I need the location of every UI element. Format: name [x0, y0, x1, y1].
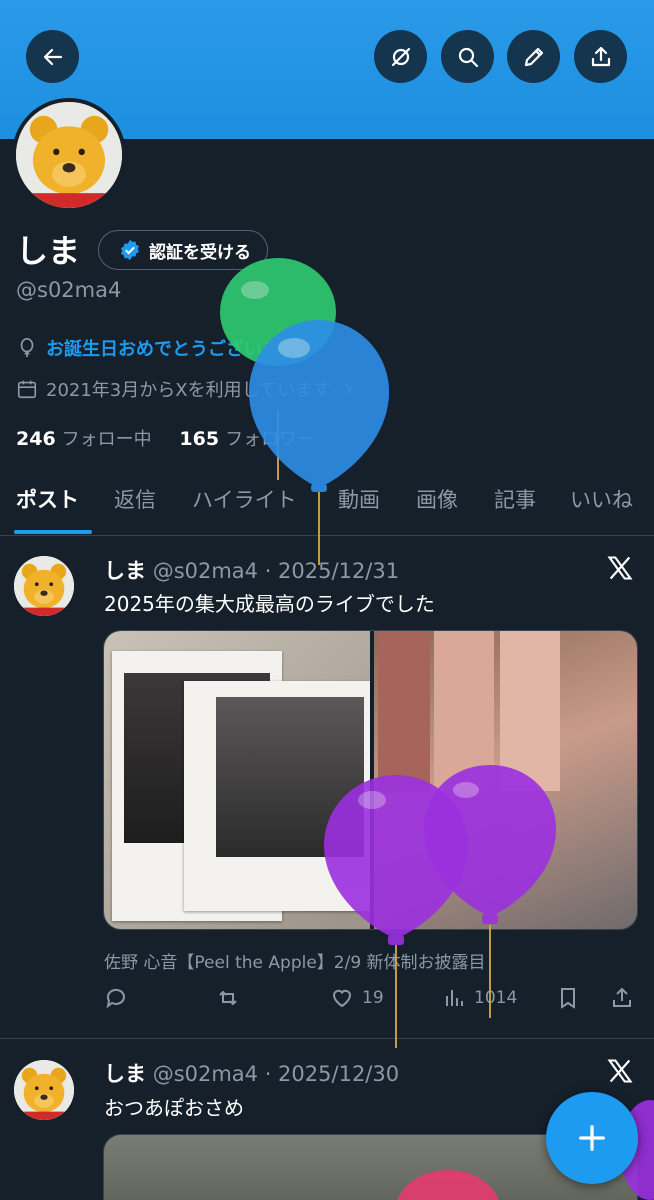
pooh-avatar-image: [14, 1060, 74, 1120]
birthday-text: お誕生日おめでとうございます。: [46, 339, 315, 360]
birthday-row[interactable]: お誕生日おめでとうございます。: [16, 335, 314, 361]
post-text: おつあぽおさめ: [104, 1096, 244, 1120]
following-count: 246: [16, 428, 56, 450]
post-share-button[interactable]: [610, 986, 634, 1010]
edit-pencil-icon: [524, 47, 543, 66]
retweet-button[interactable]: [216, 986, 240, 1010]
polaroid-photo[interactable]: [104, 631, 370, 929]
x-logo-icon[interactable]: [606, 554, 634, 582]
tab-posts[interactable]: ポスト: [16, 484, 79, 514]
heart-icon: [332, 989, 352, 1008]
chevron-right-icon: [345, 383, 353, 395]
calendar-icon: [17, 380, 37, 399]
get-verified-label: 認証を受ける: [149, 242, 251, 263]
post-avatar[interactable]: [14, 1060, 74, 1120]
share-upload-icon: [591, 46, 610, 66]
profile-name: しま: [16, 232, 81, 270]
post-header: しま @s02ma4 · 2025/12/30: [104, 1058, 399, 1088]
post-author-name[interactable]: しま: [104, 1062, 146, 1086]
share-button[interactable]: [574, 30, 627, 83]
like-count: 19: [362, 988, 384, 1008]
joined-text: 2021年3月からXを利用しています: [46, 380, 332, 401]
tab-likes[interactable]: いいね: [570, 484, 633, 514]
post-divider: [0, 1038, 654, 1039]
tab-images[interactable]: 画像: [416, 484, 458, 514]
plus-icon: [579, 1125, 605, 1151]
views-button[interactable]: 1014: [442, 986, 517, 1010]
edit-button[interactable]: [507, 30, 560, 83]
analytics-icon: [446, 990, 463, 1006]
post-handle-date[interactable]: @s02ma4 · 2025/12/30: [153, 1062, 399, 1086]
joined-row[interactable]: 2021年3月からXを利用しています: [16, 376, 357, 402]
get-verified-button[interactable]: 認証を受ける: [98, 230, 268, 270]
search-icon: [458, 47, 478, 67]
follow-stats: 246 フォロー中 165 フォロワー: [16, 425, 315, 451]
post-media-grid[interactable]: [103, 630, 638, 930]
stage-photo[interactable]: [374, 631, 637, 929]
post-author-name[interactable]: しま: [104, 559, 146, 583]
search-button[interactable]: [441, 30, 494, 83]
tab-videos[interactable]: 動画: [338, 484, 380, 514]
tab-highlights[interactable]: ハイライト: [192, 484, 297, 514]
bookmark-icon: [561, 988, 575, 1009]
bookmark-button[interactable]: [556, 986, 580, 1010]
following-link[interactable]: 246 フォロー中: [16, 428, 152, 450]
pooh-avatar-image: [14, 556, 74, 616]
media-tag-caption[interactable]: 佐野 心音【Peel the Apple】2/9 新体制お披露目: [104, 948, 486, 973]
grok-button[interactable]: [374, 30, 427, 83]
pooh-avatar-image: [16, 102, 122, 208]
tab-replies[interactable]: 返信: [114, 484, 156, 514]
reply-icon: [106, 988, 125, 1009]
post-avatar[interactable]: [14, 556, 74, 616]
balloon-icon: [20, 338, 34, 358]
post-header: しま @s02ma4 · 2025/12/31: [104, 555, 399, 585]
active-tab-indicator: [14, 530, 92, 534]
back-arrow-icon: [43, 48, 62, 65]
view-count: 1014: [474, 988, 518, 1008]
share-upload-icon: [613, 987, 631, 1007]
grok-icon: [391, 47, 410, 66]
profile-avatar[interactable]: [12, 98, 126, 212]
followers-label: フォロワー: [225, 429, 316, 450]
x-logo-icon[interactable]: [606, 1057, 634, 1085]
profile-handle: @s02ma4: [16, 278, 122, 302]
post-text: 2025年の集大成最高のライブでした: [104, 592, 435, 616]
post-actions: 19 1014: [104, 986, 639, 1018]
compose-fab-button[interactable]: [546, 1092, 638, 1184]
retweet-icon: [219, 990, 237, 1006]
verified-badge-icon: [121, 239, 139, 261]
back-button[interactable]: [26, 30, 79, 83]
tab-articles[interactable]: 記事: [494, 484, 536, 514]
following-label: フォロー中: [61, 429, 152, 450]
followers-link[interactable]: 165 フォロワー: [179, 428, 316, 450]
reply-button[interactable]: [104, 986, 128, 1010]
post-handle-date[interactable]: @s02ma4 · 2025/12/31: [153, 559, 399, 583]
like-button[interactable]: 19: [330, 986, 384, 1010]
followers-count: 165: [179, 428, 220, 450]
profile-tabs: ポスト 返信 ハイライト 動画 画像 記事 いいね: [0, 470, 654, 536]
